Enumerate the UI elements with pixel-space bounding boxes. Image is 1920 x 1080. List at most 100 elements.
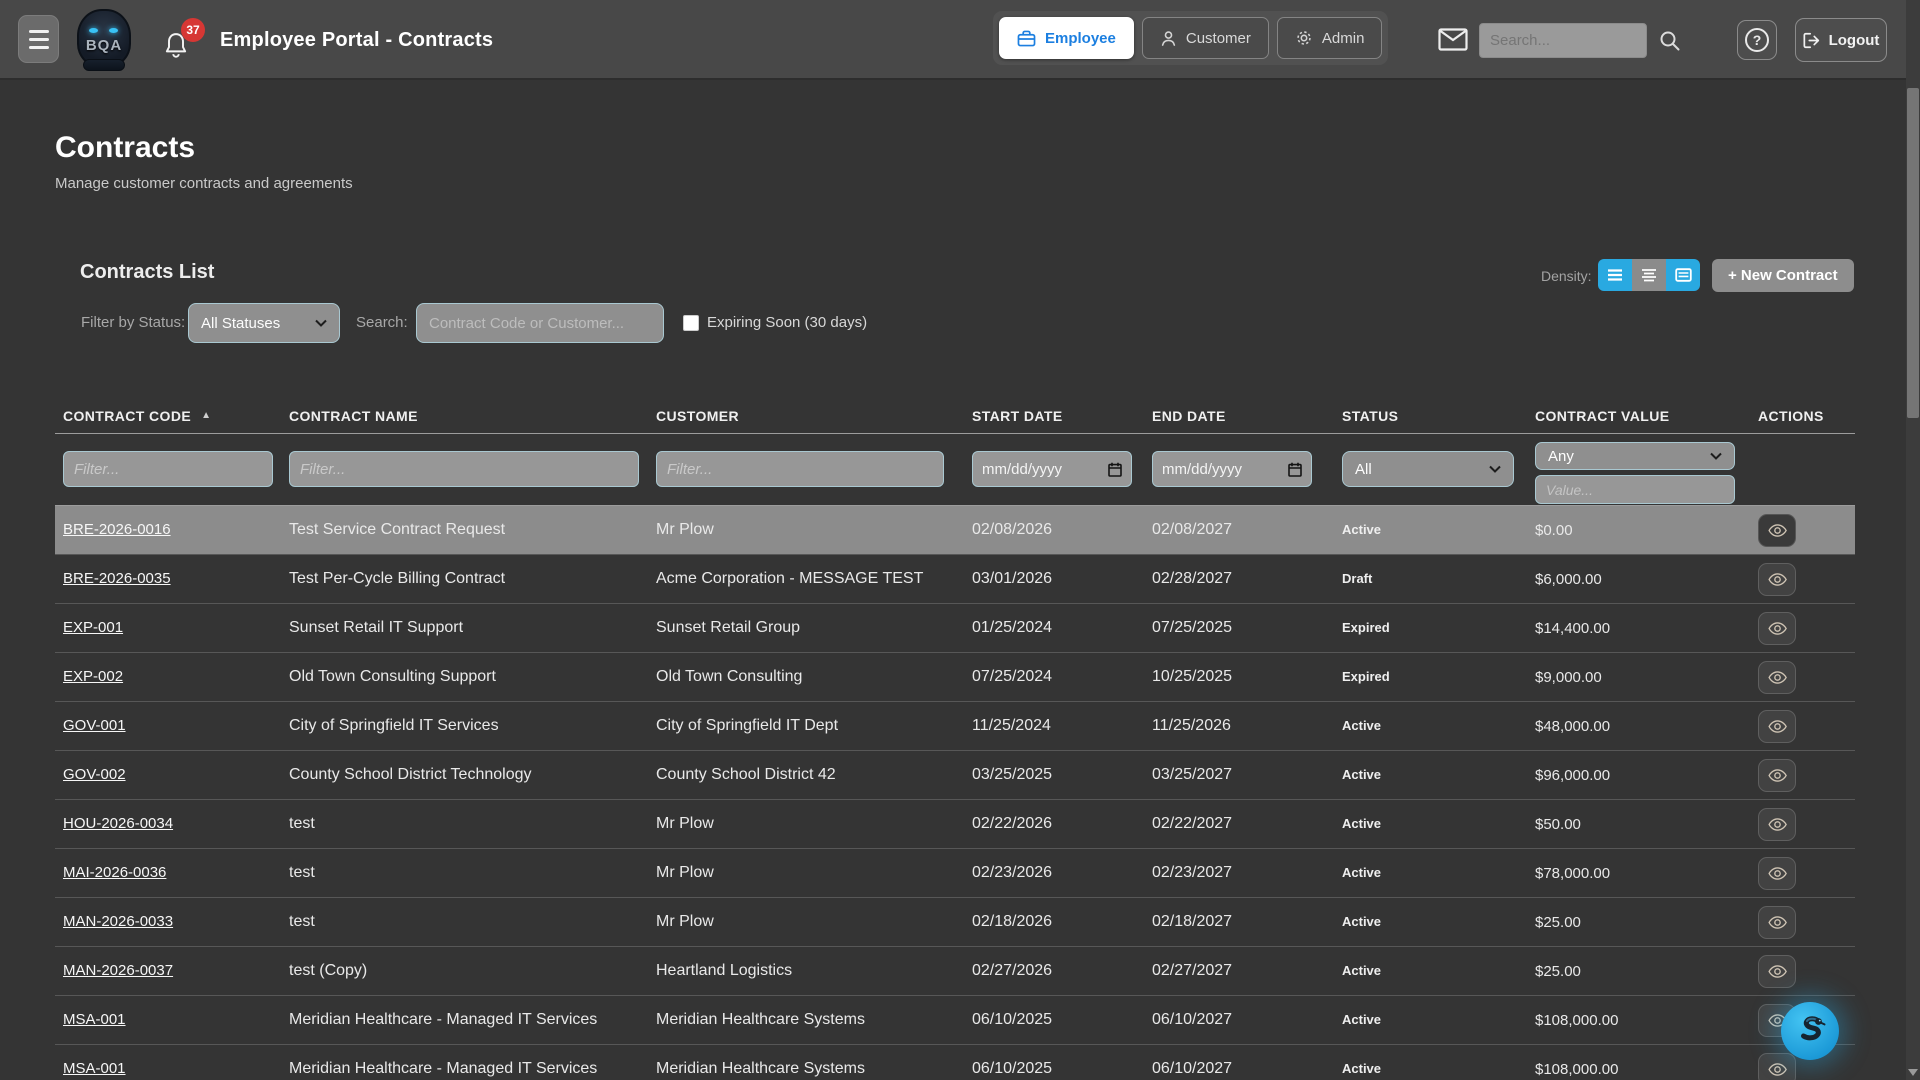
tab-customer[interactable]: Customer	[1142, 17, 1269, 59]
col-start-date[interactable]: START DATE	[964, 408, 1144, 424]
view-contract-button[interactable]	[1758, 1053, 1796, 1080]
snake-mascot-icon	[1793, 1013, 1827, 1049]
expiring-soon-checkbox[interactable]	[683, 315, 699, 331]
tab-admin[interactable]: Admin	[1277, 17, 1383, 59]
view-contract-button[interactable]	[1758, 906, 1796, 939]
customer-cell: County School District 42	[648, 766, 964, 784]
table-row[interactable]: MSA-001Meridian Healthcare - Managed IT …	[55, 1045, 1855, 1080]
table-row[interactable]: MAI-2026-0036testMr Plow02/23/202602/23/…	[55, 849, 1855, 898]
table-row[interactable]: MAN-2026-0033testMr Plow02/18/202602/18/…	[55, 898, 1855, 947]
contract-code-cell: MAN-2026-0033	[55, 913, 281, 931]
code-column-filter-input[interactable]	[63, 451, 273, 487]
col-status[interactable]: STATUS	[1334, 408, 1527, 424]
app-screen: BQA 37 Employee Portal - Contracts Emplo…	[0, 0, 1920, 1080]
density-comfortable-button[interactable]	[1666, 259, 1700, 291]
table-row[interactable]: MSA-001Meridian Healthcare - Managed IT …	[55, 996, 1855, 1045]
col-contract-code[interactable]: CONTRACT CODE ▲	[55, 408, 281, 424]
contract-code-link[interactable]: EXP-001	[63, 619, 123, 636]
eye-icon	[1768, 866, 1787, 881]
help-button[interactable]: ?	[1737, 20, 1777, 60]
table-row[interactable]: GOV-002 County School District Technology…	[55, 751, 1855, 800]
contract-name-cell: test (Copy)	[281, 962, 648, 980]
contract-code-cell: MSA-001	[55, 1060, 281, 1078]
table-row[interactable]: BRE-2026-0035Test Per-Cycle Billing Cont…	[55, 555, 1855, 604]
contract-code-link[interactable]: MAN-2026-0037	[63, 962, 173, 979]
density-compact-icon	[1607, 268, 1623, 282]
end-date-filter-input[interactable]: mm/dd/yyyy	[1152, 451, 1312, 487]
search-label: Search:	[356, 314, 408, 331]
contract-name-cell: Old Town Consulting Support	[281, 668, 648, 686]
view-contract-button[interactable]	[1758, 612, 1796, 645]
value-column-filter-input[interactable]	[1535, 475, 1735, 504]
view-contract-button[interactable]	[1758, 808, 1796, 841]
view-contract-button[interactable]	[1758, 563, 1796, 596]
scrollbar-thumb[interactable]	[1907, 88, 1919, 418]
status-badge: Active	[1342, 963, 1381, 978]
search-icon[interactable]	[1658, 29, 1682, 53]
contract-code-link[interactable]: BRE-2026-0016	[63, 521, 171, 538]
table-row[interactable]: EXP-002Old Town Consulting SupportOld To…	[55, 653, 1855, 702]
contract-code-link[interactable]: EXP-002	[63, 668, 123, 685]
value-operator-select[interactable]: Any	[1535, 442, 1735, 470]
logout-button[interactable]: Logout	[1795, 18, 1887, 62]
table-row[interactable]: MAN-2026-0037test (Copy)Heartland Logist…	[55, 947, 1855, 996]
contract-name-cell: Sunset Retail IT Support	[281, 619, 648, 637]
table-row[interactable]: GOV-001City of Springfield IT ServicesCi…	[55, 702, 1855, 751]
density-standard-icon	[1641, 268, 1657, 282]
table-row[interactable]: BRE-2026-0016Test Service Contract Reque…	[55, 506, 1855, 555]
status-cell: Active	[1334, 1060, 1527, 1078]
contract-code-cell: BRE-2026-0016	[55, 521, 281, 539]
tab-employee[interactable]: Employee	[999, 17, 1134, 59]
actions-cell	[1750, 808, 1855, 841]
status-filter-value: All Statuses	[201, 315, 280, 332]
col-actions: ACTIONS	[1750, 408, 1855, 424]
view-contract-button[interactable]	[1758, 955, 1796, 988]
view-contract-button[interactable]	[1758, 661, 1796, 694]
start-date-cell: 06/10/2025	[964, 1011, 1144, 1029]
name-column-filter-input[interactable]	[289, 451, 639, 487]
notifications-button[interactable]: 37	[163, 22, 207, 66]
contract-name-cell: test	[281, 864, 648, 882]
eye-icon	[1768, 1062, 1787, 1077]
col-contract-value[interactable]: CONTRACT VALUE	[1527, 408, 1750, 424]
table-row[interactable]: HOU-2026-0034testMr Plow02/22/202602/22/…	[55, 800, 1855, 849]
col-customer[interactable]: CUSTOMER	[648, 408, 964, 424]
col-end-date[interactable]: END DATE	[1144, 408, 1334, 424]
new-contract-button[interactable]: + New Contract	[1712, 259, 1854, 292]
status-filter-select[interactable]: All Statuses	[188, 303, 340, 343]
start-date-filter-input[interactable]: mm/dd/yyyy	[972, 451, 1132, 487]
scrollbar-down-arrow-icon[interactable]	[1908, 1069, 1918, 1076]
contract-code-link[interactable]: HOU-2026-0034	[63, 815, 173, 832]
contract-code-cell: EXP-001	[55, 619, 281, 637]
contract-code-link[interactable]: MSA-001	[63, 1011, 126, 1028]
vertical-scrollbar[interactable]	[1906, 0, 1920, 1080]
view-contract-button[interactable]	[1758, 857, 1796, 890]
customer-column-filter-input[interactable]	[656, 451, 944, 487]
contract-code-link[interactable]: MSA-001	[63, 1060, 126, 1077]
view-contract-button[interactable]	[1758, 514, 1796, 547]
page-subtitle: Manage customer contracts and agreements	[55, 175, 353, 192]
assistant-chat-button[interactable]	[1781, 1002, 1839, 1060]
contract-code-link[interactable]: MAN-2026-0033	[63, 913, 173, 930]
global-search-input[interactable]	[1479, 23, 1647, 58]
customer-cell: Meridian Healthcare Systems	[648, 1011, 964, 1029]
contract-code-link[interactable]: MAI-2026-0036	[63, 864, 166, 881]
table-row[interactable]: EXP-001Sunset Retail IT SupportSunset Re…	[55, 604, 1855, 653]
density-standard-button[interactable]	[1632, 259, 1666, 291]
contract-code-link[interactable]: GOV-002	[63, 766, 126, 783]
contract-code-cell: HOU-2026-0034	[55, 815, 281, 833]
filter-status-label: Filter by Status:	[81, 314, 185, 331]
view-contract-button[interactable]	[1758, 759, 1796, 792]
contract-code-link[interactable]: BRE-2026-0035	[63, 570, 171, 587]
view-contract-button[interactable]	[1758, 710, 1796, 743]
col-contract-name[interactable]: CONTRACT NAME	[281, 408, 648, 424]
contract-name-cell: County School District Technology	[281, 766, 648, 784]
contract-code-link[interactable]: GOV-001	[63, 717, 126, 734]
contracts-table: CONTRACT CODE ▲ CONTRACT NAME CUSTOMER S…	[55, 398, 1855, 1080]
hamburger-menu-button[interactable]	[18, 15, 59, 63]
logo-eye-icon	[109, 28, 118, 33]
mail-icon[interactable]	[1438, 28, 1468, 51]
density-compact-button[interactable]	[1598, 259, 1632, 291]
status-column-filter-select[interactable]: All	[1342, 451, 1514, 487]
contract-search-input[interactable]	[416, 303, 664, 343]
